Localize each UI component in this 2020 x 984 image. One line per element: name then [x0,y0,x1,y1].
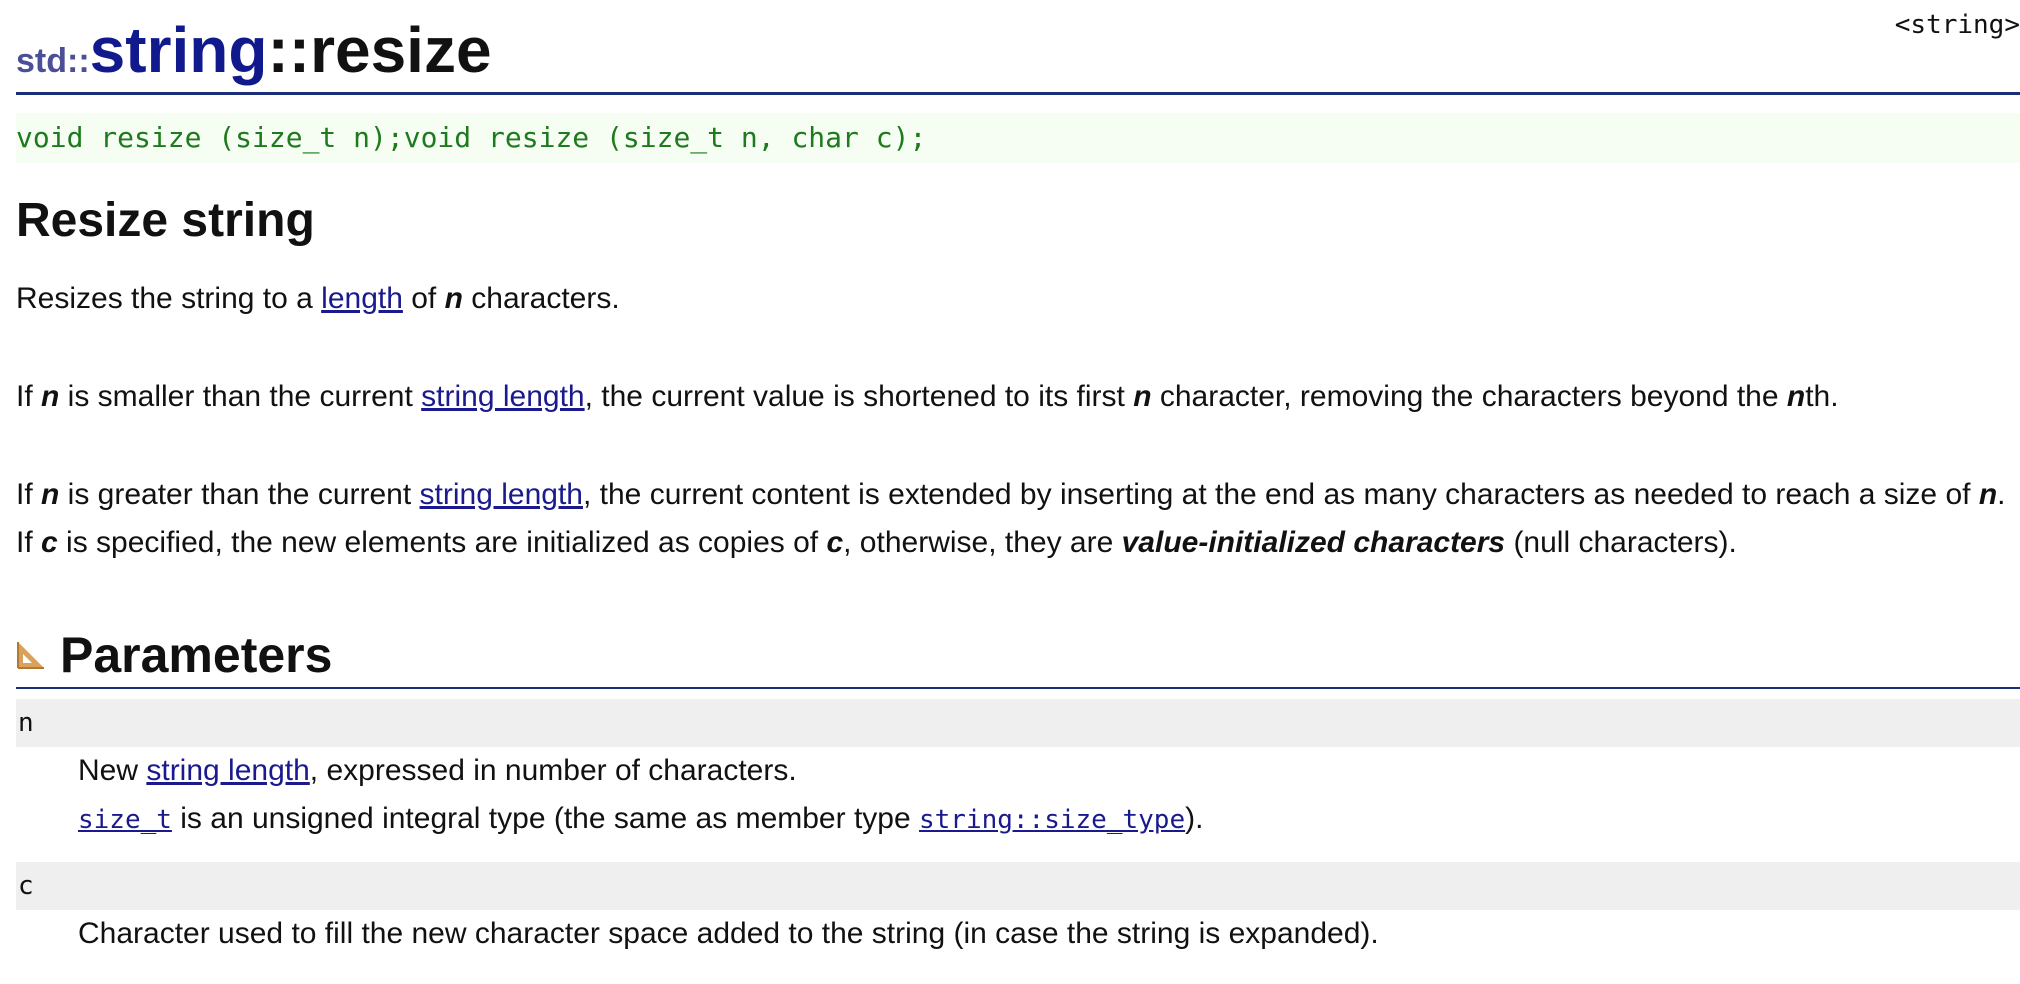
title-member: resize [310,14,492,86]
text: is smaller than the current [59,380,422,413]
string-length-link[interactable]: string length [146,754,309,787]
param-ref-n: n [41,380,60,413]
text: If [16,380,42,413]
emphasis-term: value-initialized characters [1121,526,1506,559]
param-desc-n: New string length, expressed in number o… [16,747,2020,844]
param-name-c: c [16,862,2020,910]
param-n-line-2: size_t is an unsigned integral type (the… [78,795,2020,844]
param-c-desc: Character used to fill the new character… [78,917,1379,950]
parameters-title: Parameters [60,627,333,683]
paragraph-3: If n is greater than the current string … [16,471,2020,567]
text: th. [1805,380,1839,413]
length-link[interactable]: length [321,282,403,315]
size-type-link[interactable]: string::size_type [919,805,1185,835]
text: , the current content is extended by ins… [582,478,1979,511]
reference-page: <string> std::string::resize void resize… [16,0,2020,958]
param-name-n: n [16,699,2020,747]
size-t-link[interactable]: size_t [78,805,172,835]
text: (null characters). [1505,526,1737,559]
title-class-link[interactable]: string [90,14,268,86]
title-line: std::string::resize [16,14,492,104]
text: is specified, the new elements are initi… [57,526,827,559]
section-title: Resize string [16,194,315,247]
param-n-line-1: New string length, expressed in number o… [78,747,2020,795]
text: , expressed in number of characters. [309,754,797,787]
text: New [78,754,147,787]
text: characters. [462,282,620,315]
paragraph-2: If n is smaller than the current string … [16,373,2020,421]
param-ref-n: n [41,478,60,511]
param-desc-c: Character used to fill the new character… [16,910,2020,958]
param-ref-n: n [1978,478,1998,511]
title-separator: :: [267,14,311,86]
param-ref-n: n [1133,380,1152,413]
param-ref-n: n [1786,380,1806,413]
string-length-link[interactable]: string length [421,380,584,413]
text: Resizes the string to a [16,282,322,315]
string-length-link[interactable]: string length [420,478,583,511]
parameters-header: Parameters [16,623,2020,689]
param-ref-c: c [41,526,58,559]
text: , otherwise, they are [843,526,1122,559]
text: of [402,282,445,315]
text: If [16,478,42,511]
text: ). [1185,802,1204,835]
page-title: std::string::resize [16,0,2020,95]
text: character, removing the characters beyon… [1151,380,1787,413]
text: , the current value is shortened to its … [584,380,1134,413]
paragraph-1: Resizes the string to a length of n char… [16,275,2020,323]
param-ref-n: n [444,282,463,315]
param-ref-c: c [826,526,844,559]
set-square-icon [16,640,46,670]
text: is greater than the current [59,478,420,511]
prototype-block: void resize (size_t n);void resize (size… [16,113,2020,163]
title-namespace: std:: [16,42,90,80]
text: is an unsigned integral type (the same a… [171,802,919,835]
